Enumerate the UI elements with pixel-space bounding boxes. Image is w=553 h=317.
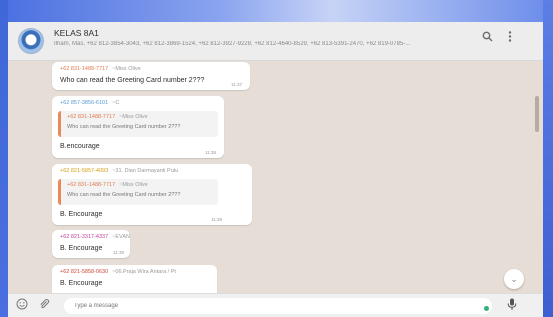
message-list[interactable]: +62 831-1488-7717 ~Miss Olive Who can rea… [8,62,543,299]
message-input[interactable] [64,298,492,314]
attach-icon[interactable] [38,298,50,313]
message-time: 11:38 [211,217,222,222]
chat-header[interactable]: KELAS 8A1 Ilham, Mas, +62 812-3854-3043,… [8,22,543,61]
message-sender[interactable]: +62 821-5858-0630 ~06.Praja Wira Antara /… [60,269,176,275]
sender-number: +62 857-3856-6101 [60,100,109,106]
message-sender[interactable]: +62 821-3317-4337 ~EVAN [60,234,130,240]
emoji-icon[interactable] [16,298,28,313]
group-name[interactable]: KELAS 8A1 [54,28,99,38]
message-time: 11:38 [205,150,216,155]
message-time: 11:39 [113,250,124,255]
message-bubble[interactable]: +62 821-3317-4337 ~EVAN B. Encourage 11:3… [52,230,130,258]
sender-number: +62 821-3317-4337 [60,234,109,240]
sender-number: +62 821-5858-0630 [60,269,109,275]
sender-pushname: ~Miss Olive [112,66,141,72]
group-members: Ilham, Mas, +62 812-3854-3043, +62 812-3… [54,41,411,47]
search-icon[interactable] [482,31,493,45]
message-sender[interactable]: +62 821-5857-4093 ~31. Dian Darmayanti Pu… [60,168,178,174]
sender-pushname: ~06.Praja Wira Antara / Pt [112,269,176,275]
message-sender[interactable]: +62 831-1488-7717 ~Miss Olive [60,66,141,72]
sender-pushname: ~EVAN [112,234,130,240]
input-status-dot [484,306,489,311]
desktop-background [0,0,553,22]
chat-window: KELAS 8A1 Ilham, Mas, +62 812-3854-3043,… [8,22,543,317]
message-text: B.encourage [60,143,100,150]
sender-pushname: ~C [112,100,120,106]
sender-number: +62 821-5857-4093 [60,168,109,174]
chevron-down-icon[interactable]: ⌄ [504,269,524,289]
quoted-sender: +62 831-1488-7717 ~Miss Olive [67,182,148,188]
message-bubble[interactable]: +62 831-1488-7717 ~Miss Olive Who can rea… [52,62,250,90]
sender-pushname: ~31. Dian Darmayanti Putu [112,168,179,174]
mic-icon[interactable] [507,298,517,314]
quoted-sender: +62 831-1488-7717 ~Miss Olive [67,114,148,120]
menu-icon[interactable] [508,31,512,45]
quoted-message[interactable]: +62 831-1488-7717 ~Miss Olive Who can rea… [58,111,218,137]
message-text: B. Encourage [60,245,103,252]
quoted-text: Who can read the Greeting Card number 2?… [67,124,181,130]
sender-number: +62 831-1488-7717 [60,66,109,72]
group-avatar[interactable] [18,28,44,54]
message-composer [8,293,543,317]
desktop-background-right [543,0,553,317]
desktop-background-left [0,0,8,317]
message-text: Who can read the Greeting Card number 2?… [60,77,205,84]
chat-scrollbar[interactable] [535,96,539,132]
quoted-message[interactable]: +62 831-1488-7717 ~Miss Olive Who can rea… [58,179,218,205]
message-text: B. Encourage [60,280,103,287]
quoted-text: Who can read the Greeting Card number 2?… [67,192,181,198]
message-bubble[interactable]: +62 857-3856-6101 ~C +62 831-1488-7717 ~Mi… [52,96,224,158]
message-time: 11:37 [231,82,242,87]
message-bubble[interactable]: +62 821-5857-4093 ~31. Dian Darmayanti Pu… [52,164,252,225]
message-sender[interactable]: +62 857-3856-6101 ~C [60,100,119,106]
message-text: B. Encourage [60,211,103,218]
